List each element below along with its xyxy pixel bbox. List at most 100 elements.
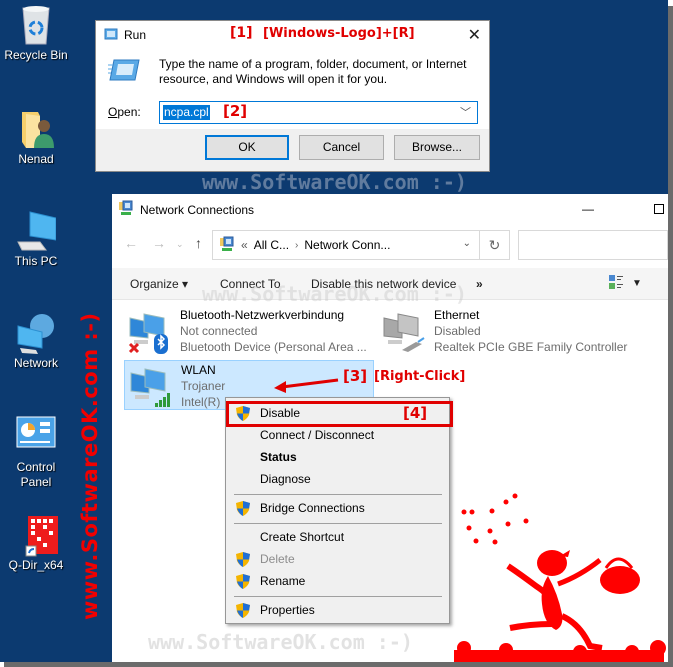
menu-item-status[interactable]: Status [228, 446, 447, 468]
connection-device: Intel(R) [181, 395, 221, 409]
address-bar[interactable]: « All C... › Network Conn... ⌄ [212, 230, 480, 260]
uac-shield-icon [236, 552, 250, 567]
breadcrumb-network-connections[interactable]: Network Conn... [304, 238, 390, 252]
breadcrumb-separator-icon: › [295, 239, 299, 251]
browse-button[interactable]: Browse... [394, 135, 480, 160]
menu-item-create-shortcut[interactable]: Create Shortcut [228, 526, 447, 548]
search-input[interactable] [518, 230, 668, 260]
run-app-icon [104, 28, 118, 43]
run-title: Run [124, 28, 147, 42]
open-label-rest: pen: [117, 105, 141, 119]
recent-chevron-icon[interactable]: ⌄ [176, 239, 184, 250]
menu-item-label: Delete [260, 552, 295, 566]
menu-item-label: Properties [260, 603, 315, 617]
network-icon [16, 312, 56, 354]
breadcrumb-overflow[interactable]: « [241, 238, 248, 252]
watermark-window: www.SoftwareOK.com :-) [202, 282, 467, 306]
connection-device: Realtek PCIe GBE Family Controller [434, 340, 628, 354]
frame-shadow-right [668, 6, 673, 667]
softwareok-mascot-decoration [454, 493, 666, 662]
menu-item-diagnose[interactable]: Diagnose [228, 468, 447, 490]
menu-item-label: Connect / Disconnect [260, 428, 375, 442]
annotation-step3-action: [Right-Click] [374, 369, 466, 384]
desktop-icon-this-pc[interactable]: This PC [2, 210, 70, 269]
menu-item-label: Bridge Connections [260, 501, 365, 515]
uac-shield-icon [236, 501, 250, 516]
connection-device: Bluetooth Device (Personal Area ... [180, 340, 367, 354]
menu-item-label: Status [260, 450, 297, 464]
cancel-button[interactable]: Cancel [299, 135, 384, 160]
desktop-icon-nenad[interactable]: Nenad [2, 108, 70, 167]
uac-shield-icon [236, 603, 250, 618]
desktop-icon-network[interactable]: Network [2, 312, 70, 371]
computer-icon [16, 210, 57, 251]
menu-item-label: Create Shortcut [260, 530, 345, 544]
control-panel-icon [16, 416, 56, 456]
qdir-shortcut-icon [16, 514, 58, 557]
ok-button[interactable]: OK [205, 135, 289, 160]
menu-item-properties[interactable]: Properties [228, 599, 447, 621]
frame-shadow-bottom [4, 662, 673, 667]
menu-item-bridge-connections[interactable]: Bridge Connections [228, 497, 447, 519]
wlan-network-icon [129, 365, 173, 407]
connection-status: Not connected [180, 324, 258, 338]
run-description: Type the name of a program, folder, docu… [159, 57, 467, 86]
menu-item-connect-disconnect[interactable]: Connect / Disconnect [228, 424, 447, 446]
desktop-icon-qdir[interactable]: Q-Dir_x64 [2, 514, 70, 573]
uac-shield-icon [236, 574, 250, 589]
breadcrumb-all-control-panel[interactable]: All C... [254, 238, 289, 252]
organize-menu[interactable]: Organize ▾ [130, 277, 188, 291]
nc-titlebar[interactable]: Network Connections — [112, 194, 668, 225]
menu-item-delete: Delete [228, 548, 447, 570]
run-large-icon [108, 59, 140, 84]
ethernet-disabled-icon [382, 310, 426, 352]
view-options-icon[interactable] [609, 275, 623, 292]
connection-item-ethernet[interactable]: Ethernet Disabled Realtek PCIe GBE Famil… [378, 306, 658, 356]
forward-arrow-icon[interactable]: → [152, 235, 166, 251]
menu-item-label: Rename [260, 574, 306, 588]
nc-navigation-bar: ← → ⌄ ↑ « All C... › Network Conn... ⌄ ↻ [112, 230, 668, 260]
menu-separator [234, 596, 442, 597]
connection-status: Disabled [434, 324, 481, 338]
maximize-icon[interactable] [654, 204, 664, 214]
menu-item-rename[interactable]: Rename [228, 570, 447, 592]
minimize-icon[interactable]: — [582, 202, 594, 216]
watermark-center: www.SoftwareOK.com :-) [202, 170, 467, 194]
menu-item-label: Diagnose [260, 472, 311, 486]
watermark-vertical: www.SoftwareOK.com :-) [78, 312, 102, 620]
menu-separator [234, 494, 442, 495]
open-label: Open: [108, 105, 141, 119]
annotation-step3: [3] [343, 367, 368, 385]
user-folder-icon [16, 108, 56, 148]
annotation-step2: [2] [223, 102, 248, 120]
context-menu: Disable [4] Connect / Disconnect Status … [225, 397, 453, 624]
connection-item-bluetooth[interactable]: Bluetooth-Netzwerkverbindung Not connect… [124, 306, 374, 356]
run-button-bar: OK Cancel Browse... [96, 129, 489, 171]
address-location-icon [219, 236, 235, 255]
view-dropdown-icon[interactable]: ▼ [632, 278, 642, 289]
run-dialog: Run [1] [Windows-Logo]+[R] ✕ Type the na… [95, 20, 490, 172]
connection-status: Trojaner [181, 379, 226, 393]
bluetooth-network-icon [128, 310, 172, 354]
menu-separator [234, 523, 442, 524]
network-connections-icon [118, 200, 134, 219]
close-icon[interactable]: ✕ [468, 25, 481, 45]
chevron-down-icon[interactable]: ﹀ [460, 104, 471, 120]
annotation-step1-keys: [Windows-Logo]+[R] [263, 26, 415, 41]
up-arrow-icon[interactable]: ↑ [195, 235, 202, 251]
desktop-icon-control-panel[interactable]: Control Panel [2, 416, 70, 490]
open-input-value[interactable]: ncpa.cpl [163, 105, 210, 120]
recycle-bin-icon [16, 4, 56, 45]
watermark-bottom: www.SoftwareOK.com :-) [148, 630, 413, 654]
address-dropdown-icon[interactable]: ⌄ [463, 238, 471, 249]
refresh-button[interactable]: ↻ [479, 230, 510, 260]
annotation-step4: [4] [403, 404, 428, 422]
open-combobox[interactable]: ncpa.cpl [2] ﹀ [159, 101, 478, 124]
desktop-icon-recycle-bin[interactable]: Recycle Bin [2, 4, 70, 63]
back-arrow-icon[interactable]: ← [124, 235, 138, 251]
annotation-arrow [274, 378, 339, 393]
more-commands-button[interactable]: » [476, 277, 483, 291]
connection-name: Bluetooth-Netzwerkverbindung [180, 308, 345, 322]
connection-name: WLAN [181, 363, 216, 377]
connection-name: Ethernet [434, 308, 480, 322]
